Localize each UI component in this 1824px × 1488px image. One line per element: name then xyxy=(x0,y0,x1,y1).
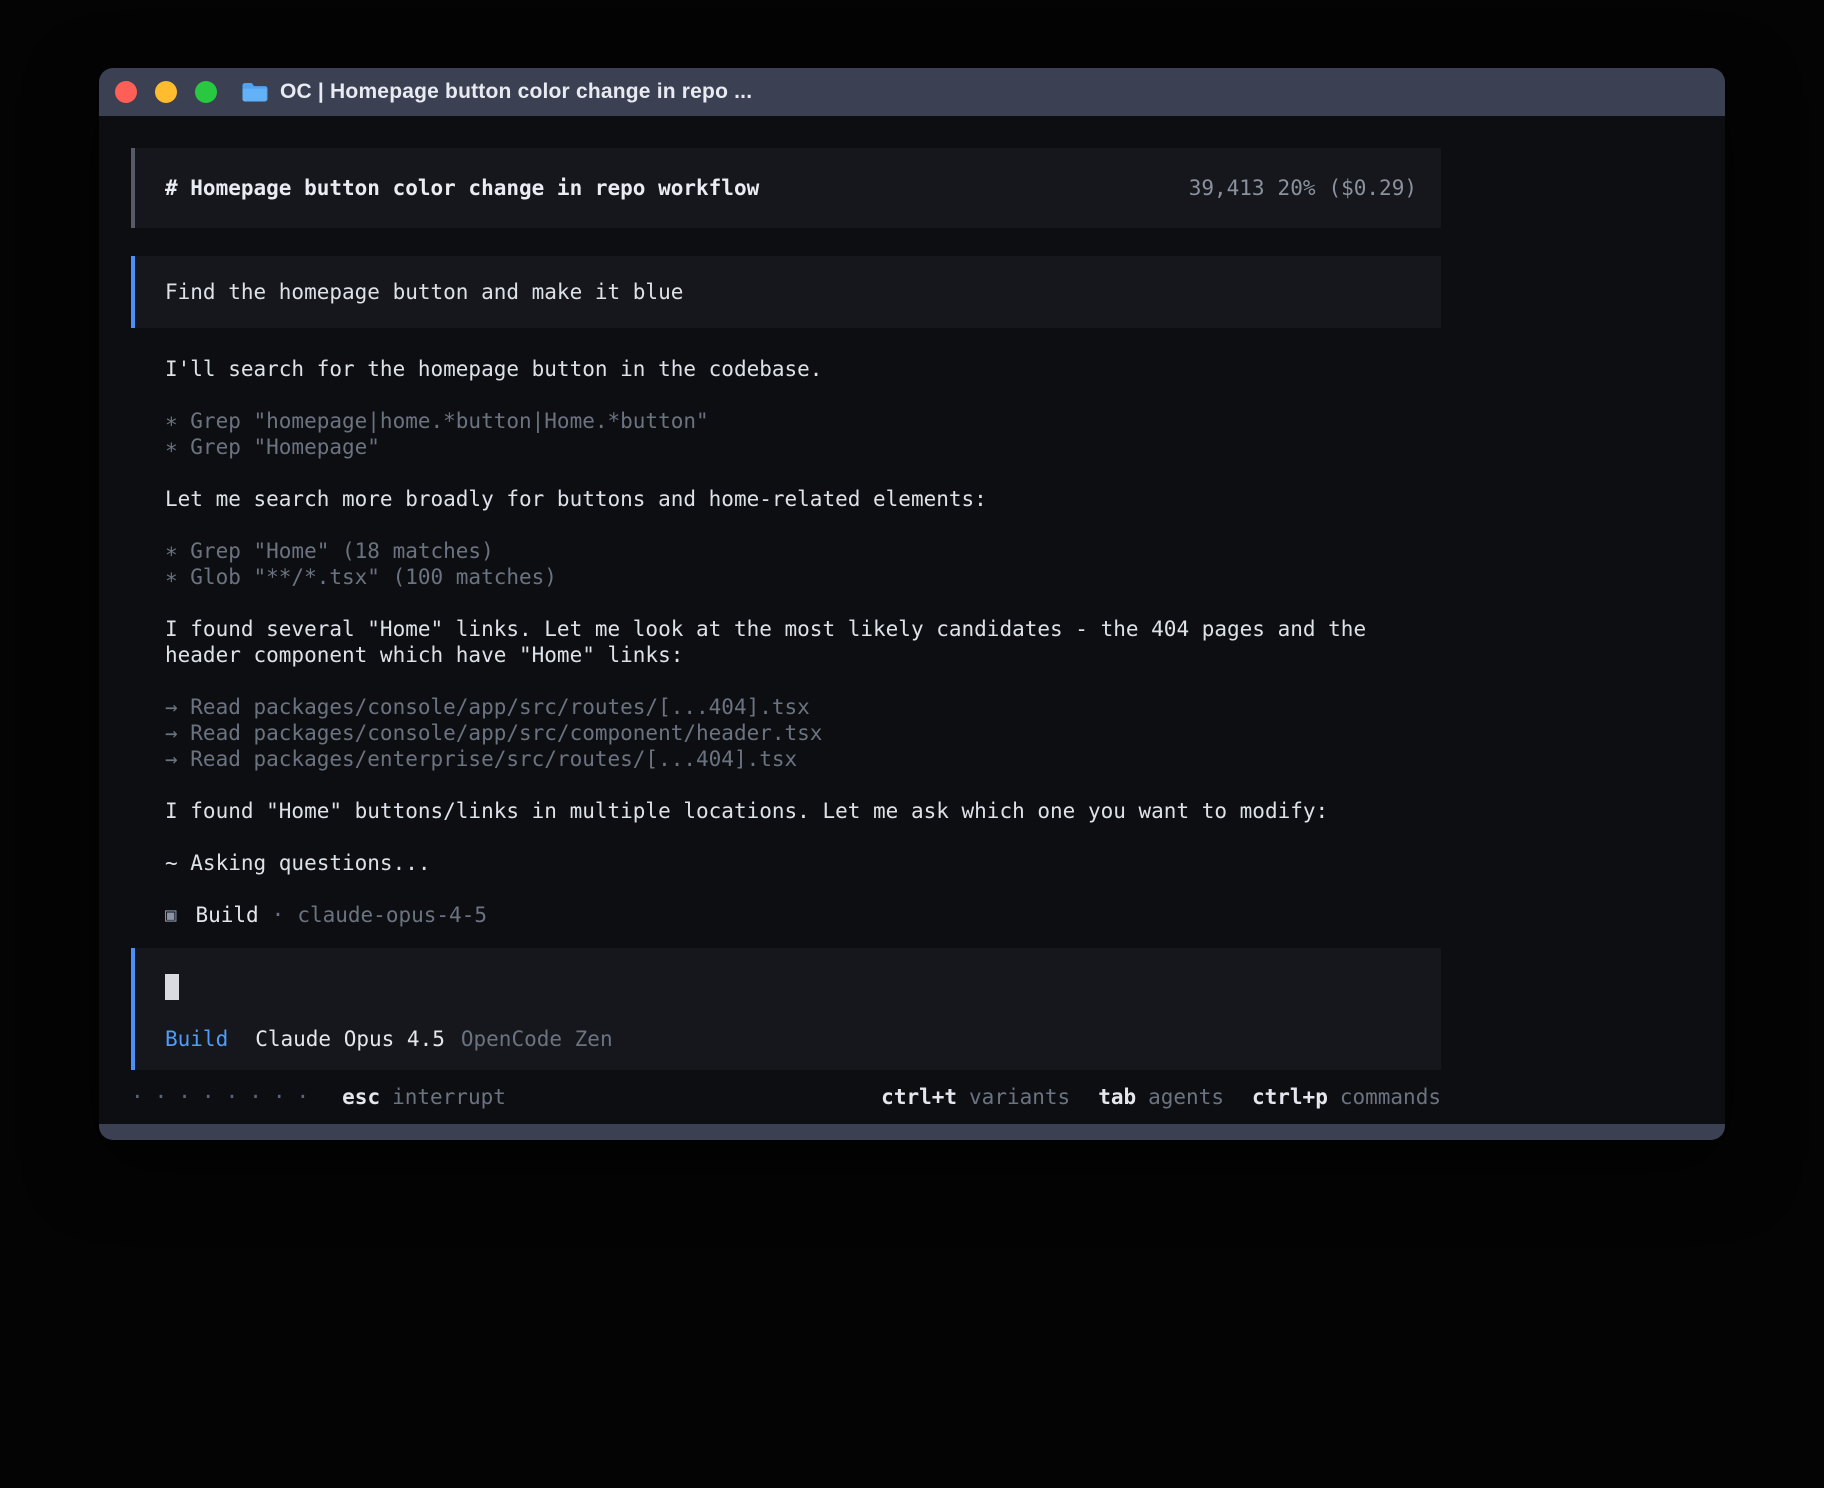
shortcut-label: interrupt xyxy=(392,1084,506,1110)
tool-call-line: ∗ Grep "Home" (18 matches) xyxy=(165,538,1413,564)
titlebar[interactable]: OC | Homepage button color change in rep… xyxy=(99,68,1725,116)
user-message-text: Find the homepage button and make it blu… xyxy=(165,280,683,304)
status-right: ctrl+t variants tab agents ctrl+p comman… xyxy=(881,1084,1441,1110)
context-percent: 20% xyxy=(1278,176,1316,200)
text-cursor xyxy=(165,974,179,1000)
shortcut-key: tab xyxy=(1098,1084,1136,1110)
shortcut-label: variants xyxy=(969,1084,1070,1110)
shortcut-agents: tab agents xyxy=(1098,1084,1224,1110)
shortcut-commands: ctrl+p commands xyxy=(1252,1084,1441,1110)
assistant-status-line: ~ Asking questions... xyxy=(165,850,1413,876)
close-window-button[interactable] xyxy=(115,81,137,103)
assistant-message-line: I'll search for the homepage button in t… xyxy=(165,356,1413,382)
shortcut-label: agents xyxy=(1148,1084,1224,1110)
tool-call-line: ∗ Grep "Homepage" xyxy=(165,434,1413,460)
assistant-message-line: I found "Home" buttons/links in multiple… xyxy=(165,798,1413,824)
shortcut-key: esc xyxy=(342,1084,380,1110)
tool-call-line: ∗ Glob "**/*.tsx" (100 matches) xyxy=(165,564,1413,590)
shortcut-key: ctrl+p xyxy=(1252,1084,1328,1110)
terminal-content: # Homepage button color change in repo w… xyxy=(99,116,1725,1124)
agent-separator: · xyxy=(272,902,285,928)
input-model-label: Claude Opus 4.5 xyxy=(255,1026,445,1052)
agent-name: Build xyxy=(195,902,258,928)
shortcut-label: commands xyxy=(1340,1084,1441,1110)
traffic-lights xyxy=(115,81,217,103)
shortcut-variants: ctrl+t variants xyxy=(881,1084,1070,1110)
input-meta: Build Claude Opus 4.5 OpenCode Zen xyxy=(165,1026,1417,1052)
shortcut-esc: esc interrupt xyxy=(342,1084,506,1110)
agent-icon: ▣ xyxy=(165,902,176,928)
input-provider-label: OpenCode Zen xyxy=(461,1026,613,1052)
tool-call-line: → Read packages/enterprise/src/routes/[.… xyxy=(165,746,1413,772)
session-header: # Homepage button color change in repo w… xyxy=(131,148,1441,228)
agent-model: claude-opus-4-5 xyxy=(297,902,487,928)
folder-icon xyxy=(241,81,268,103)
conversation: I'll search for the homepage button in t… xyxy=(131,356,1441,876)
terminal-window: OC | Homepage button color change in rep… xyxy=(99,68,1725,1140)
shortcut-key: ctrl+t xyxy=(881,1084,957,1110)
zoom-window-button[interactable] xyxy=(195,81,217,103)
desktop: { "window": { "title": "OC | Homepage bu… xyxy=(0,0,1824,1488)
user-message: Find the homepage button and make it blu… xyxy=(131,256,1441,328)
tool-call-line: → Read packages/console/app/src/componen… xyxy=(165,720,1413,746)
assistant-message-line: Let me search more broadly for buttons a… xyxy=(165,486,1413,512)
assistant-message-line: I found several "Home" links. Let me loo… xyxy=(165,616,1413,668)
session-stats: 39,413 20% ($0.29) xyxy=(1189,176,1417,200)
spinner-dots: ········ xyxy=(131,1084,320,1110)
window-title: OC | Homepage button color change in rep… xyxy=(280,80,752,104)
session-title: # Homepage button color change in repo w… xyxy=(165,176,759,200)
minimize-window-button[interactable] xyxy=(155,81,177,103)
tool-call-line: ∗ Grep "homepage|home.*button|Home.*butt… xyxy=(165,408,1413,434)
token-count: 39,413 xyxy=(1189,176,1265,200)
status-left: ········ esc interrupt xyxy=(131,1084,506,1110)
tool-call-line: → Read packages/console/app/src/routes/[… xyxy=(165,694,1413,720)
agent-status-line: ▣ Build · claude-opus-4-5 xyxy=(131,902,1441,928)
input-mode-label: Build xyxy=(165,1026,228,1052)
session-cost: ($0.29) xyxy=(1328,176,1417,200)
prompt-input[interactable]: Build Claude Opus 4.5 OpenCode Zen xyxy=(131,948,1441,1070)
status-bar: ········ esc interrupt ctrl+t variants t… xyxy=(131,1084,1441,1110)
